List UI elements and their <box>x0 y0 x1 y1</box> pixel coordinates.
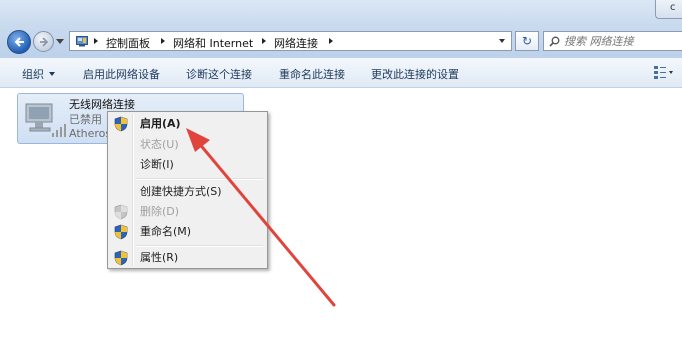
breadcrumb-network-connections[interactable]: 网络连接 <box>274 35 318 51</box>
enable-device-button[interactable]: 启用此网络设备 <box>83 66 160 82</box>
recent-pages-dropdown[interactable] <box>56 39 64 44</box>
menu-item-label: 属性(R) <box>140 251 179 264</box>
forward-arrow-icon <box>40 37 49 47</box>
uac-shield-icon <box>114 224 128 240</box>
menu-item-properties[interactable]: 属性(R) <box>110 248 265 268</box>
menu-item-enable[interactable]: 启用(A) <box>110 114 265 134</box>
connection-device: Atheros <box>69 127 112 140</box>
chevron-down-icon <box>49 72 55 76</box>
back-button[interactable] <box>7 30 31 54</box>
menu-separator <box>136 245 263 247</box>
menu-item-rename[interactable]: 重命名(M) <box>110 222 265 242</box>
rename-connection-button[interactable]: 重命名此连接 <box>279 66 345 82</box>
window-close-glyph: c <box>670 2 676 13</box>
menu-item-status[interactable]: 状态(U) <box>110 135 265 155</box>
menu-item-label: 状态(U) <box>140 138 179 151</box>
breadcrumb-control-panel[interactable]: 控制面板 <box>106 35 150 51</box>
menu-item-label: 诊断(I) <box>140 158 174 171</box>
menu-item-diagnose[interactable]: 诊断(I) <box>110 155 265 175</box>
breadcrumb-separator-icon[interactable] <box>161 38 165 44</box>
menu-item-delete[interactable]: 删除(D) <box>110 202 265 222</box>
organize-label: 组织 <box>22 68 44 81</box>
network-adapter-icon <box>25 103 66 137</box>
menu-item-label: 启用(A) <box>140 117 181 130</box>
control-panel-icon <box>76 36 88 47</box>
back-arrow-icon <box>14 37 24 47</box>
address-box[interactable]: 控制面板 网络和 Internet 网络连接 <box>69 31 512 51</box>
organize-button[interactable]: 组织 <box>22 66 55 82</box>
breadcrumb-separator-icon[interactable] <box>329 38 333 44</box>
menu-separator <box>136 178 263 180</box>
window-close-button[interactable]: c <box>655 0 682 19</box>
command-toolbar: 组织 启用此网络设备 诊断这个连接 重命名此连接 更改此连接的设置 <box>0 58 682 88</box>
connection-name: 无线网络连接 <box>69 98 135 111</box>
diagnose-connection-button[interactable]: 诊断这个连接 <box>186 66 252 82</box>
search-box[interactable] <box>543 31 682 51</box>
change-settings-button[interactable]: 更改此连接的设置 <box>371 66 459 82</box>
address-dropdown-icon[interactable] <box>499 39 505 43</box>
address-bar-row: 控制面板 网络和 Internet 网络连接 ↻ <box>0 26 682 58</box>
breadcrumb-separator-icon[interactable] <box>262 38 266 44</box>
refresh-icon: ↻ <box>521 34 533 48</box>
menu-item-create-shortcut[interactable]: 创建快捷方式(S) <box>110 182 265 202</box>
search-icon <box>549 36 560 47</box>
refresh-button[interactable]: ↻ <box>515 31 539 51</box>
change-view-icon[interactable] <box>652 64 674 80</box>
connection-status: 已禁用 <box>69 113 102 126</box>
forward-button[interactable] <box>33 31 54 52</box>
breadcrumb-network-internet[interactable]: 网络和 Internet <box>173 35 253 51</box>
context-menu: 启用(A) 状态(U) 诊断(I) 创建快捷方式(S) 删除(D) 重命名(M) <box>107 111 268 269</box>
breadcrumb-separator-icon[interactable] <box>94 38 98 44</box>
uac-shield-icon <box>114 250 128 266</box>
menu-item-label: 重命名(M) <box>140 225 192 238</box>
uac-shield-icon <box>114 204 128 220</box>
title-bar: c <box>0 0 682 26</box>
search-input[interactable] <box>564 33 674 49</box>
menu-item-label: 创建快捷方式(S) <box>140 185 222 198</box>
uac-shield-icon <box>114 116 128 132</box>
menu-item-label: 删除(D) <box>140 205 180 218</box>
